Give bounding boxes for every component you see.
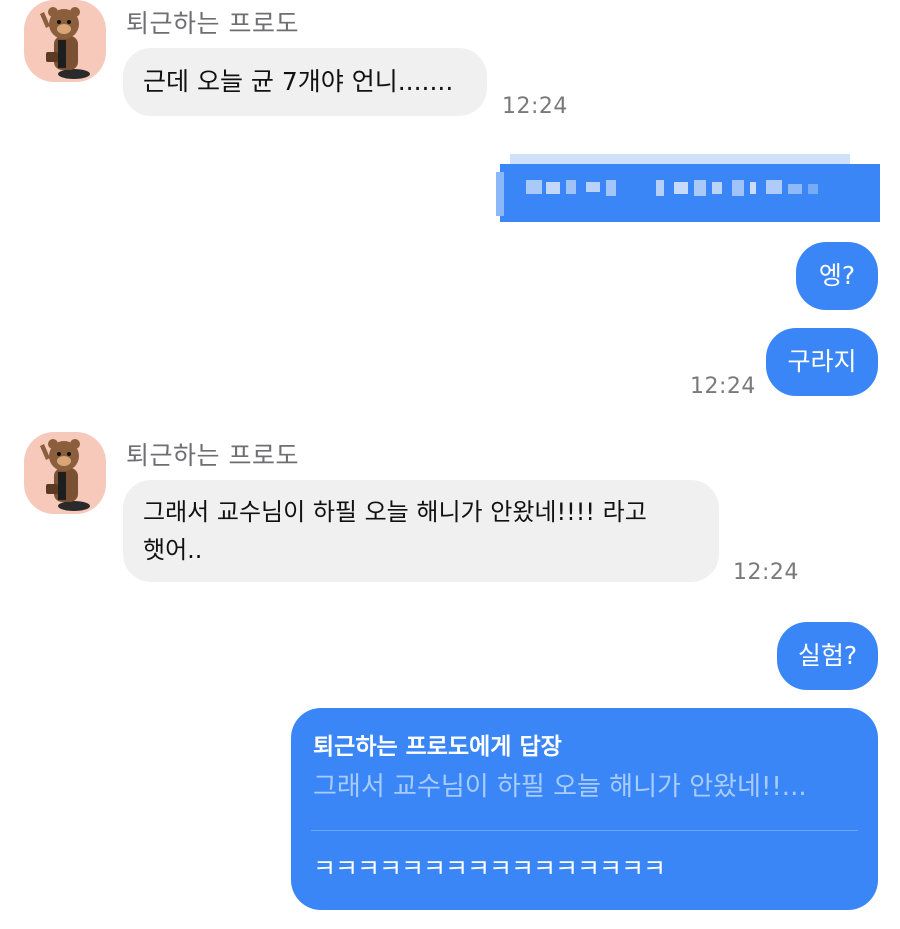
quoted-message[interactable]: 그래서 교수님이 하필 오늘 해니가 안왔네!!... [313, 768, 807, 806]
reply-divider [311, 830, 858, 831]
message-timestamp: 12:24 [733, 560, 799, 585]
bear-avatar-icon [40, 439, 90, 511]
message-text: 엥? [818, 261, 856, 290]
message-text: 구라지 [787, 347, 857, 376]
reply-header: 퇴근하는 프로도에게 답장 [313, 734, 562, 760]
message-text: 실험? [797, 641, 858, 670]
message-timestamp: 12:24 [690, 374, 756, 399]
sender-name: 퇴근하는 프로도 [126, 9, 299, 38]
chat-thread: 퇴근하는 프로도 근데 오늘 균 7개야 언니....... 12:24 엥? … [0, 0, 900, 929]
message-text: ㅋㅋㅋㅋㅋㅋㅋㅋㅋㅋㅋㅋㅋㅋㅋㅋ [313, 854, 666, 883]
outgoing-message-bubble[interactable]: 실험? [777, 622, 878, 690]
message-text-line-1: 그래서 교수님이 하필 오늘 해니가 안왔네!!!! 라고 [143, 498, 647, 526]
message-text-line-2: 햇어.. [143, 536, 203, 564]
sender-avatar[interactable] [24, 0, 106, 82]
outgoing-message-bubble[interactable]: 구라지 [766, 328, 878, 396]
message-timestamp: 12:24 [502, 94, 568, 119]
sender-name: 퇴근하는 프로도 [126, 441, 299, 470]
message-text: 근데 오늘 균 7개야 언니....... [143, 67, 454, 96]
incoming-message-bubble[interactable]: 그래서 교수님이 하필 오늘 해니가 안왔네!!!! 라고 햇어.. [123, 480, 719, 582]
sender-avatar[interactable] [24, 432, 106, 514]
bear-avatar-icon [40, 7, 90, 79]
incoming-message-bubble[interactable]: 근데 오늘 균 7개야 언니....... [123, 48, 487, 116]
outgoing-message-bubble[interactable]: 엥? [796, 242, 878, 310]
redacted-message-bubble[interactable] [496, 150, 880, 226]
reply-message-bubble[interactable]: 퇴근하는 프로도에게 답장 그래서 교수님이 하필 오늘 해니가 안왔네!!..… [291, 708, 878, 910]
